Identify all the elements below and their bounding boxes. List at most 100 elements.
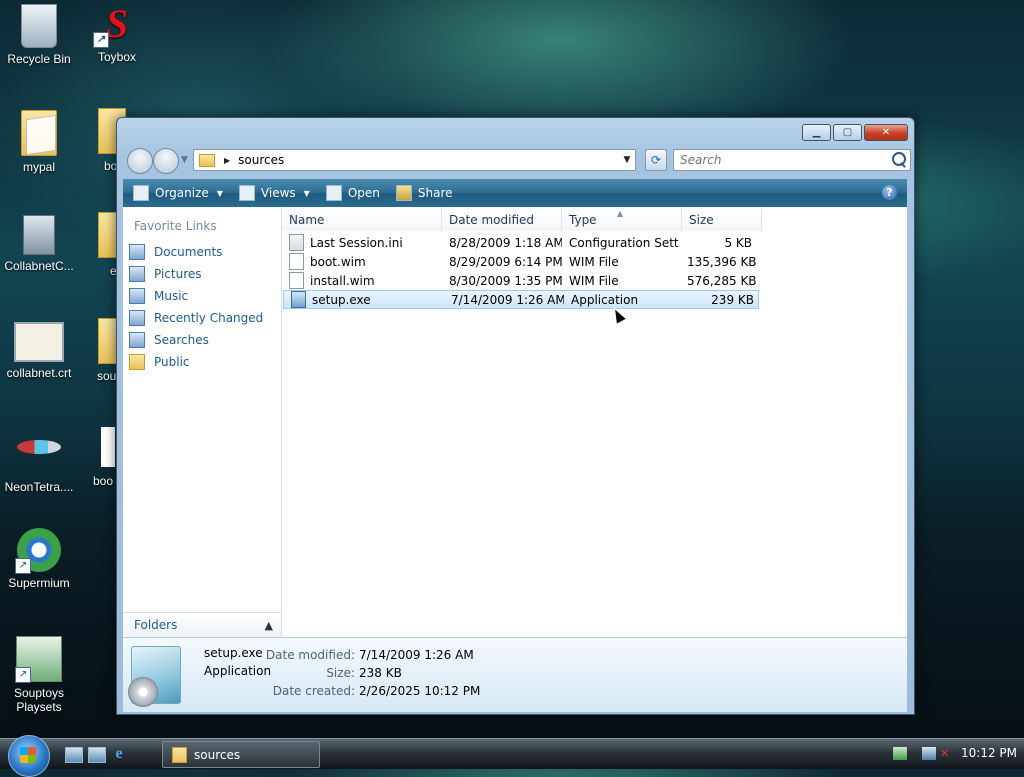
- organize-button[interactable]: Organize ▼: [133, 185, 223, 201]
- toybox-icon: S ↗: [93, 2, 139, 48]
- desktop-icon-label: Supermium: [8, 576, 70, 590]
- file-size: 239 KB: [711, 292, 754, 307]
- sort-ascending-icon: ▲: [617, 209, 624, 218]
- desktop-icon-supermium[interactable]: ↗ Supermium: [1, 528, 77, 590]
- refresh-button[interactable]: ⟳: [645, 149, 667, 171]
- desktop-icon-neontetra[interactable]: NeonTetra....: [1, 432, 77, 494]
- help-icon[interactable]: ?: [882, 185, 897, 200]
- favorite-link-searches[interactable]: Searches: [129, 329, 279, 351]
- shortcut-arrow-icon: ↗: [15, 558, 31, 574]
- file-row[interactable]: install.wim 8/30/2009 1:35 PM WIM File 5…: [282, 271, 907, 290]
- favorite-link-recently-changed[interactable]: Recently Changed: [129, 307, 279, 329]
- details-size-label: Size:: [326, 666, 355, 680]
- file-icon: [101, 427, 115, 467]
- favorite-link-label: Recently Changed: [154, 311, 264, 325]
- close-button[interactable]: ✕: [864, 124, 908, 141]
- start-button[interactable]: [8, 735, 50, 777]
- forward-button[interactable]: [153, 148, 179, 174]
- file-type: WIM File: [569, 254, 619, 269]
- desktop-icon-souptoys[interactable]: ↗ Souptoys Playsets: [1, 636, 77, 714]
- column-headers: Name Date modified Type ▲ Size: [282, 207, 907, 231]
- favorite-link-pictures[interactable]: Pictures: [129, 263, 279, 285]
- favorite-links-title: Favorite Links: [134, 219, 217, 233]
- chevron-down-icon: ▼: [303, 188, 310, 198]
- favorite-links-list: Documents Pictures Music Recently Change…: [129, 241, 279, 373]
- open-label: Open: [347, 186, 380, 200]
- folder-icon: [199, 153, 215, 167]
- folders-toggle[interactable]: Folders ▲: [123, 612, 281, 637]
- application-icon: [291, 291, 306, 308]
- chevron-up-icon: ▲: [264, 618, 273, 632]
- system-clock[interactable]: 10:12 PM: [961, 746, 1017, 760]
- desktop-icon-collabnet-client[interactable]: CollabnetC...: [1, 215, 77, 273]
- open-button[interactable]: Open: [325, 185, 380, 201]
- safely-remove-hardware-icon[interactable]: [893, 747, 907, 760]
- folder-icon: [21, 110, 57, 156]
- back-button[interactable]: [127, 148, 153, 174]
- taskbar-button-sources[interactable]: sources: [162, 741, 320, 768]
- command-toolbar: Organize ▼ Views ▼ Open Share ?: [123, 179, 907, 207]
- file-name: setup.exe: [312, 292, 371, 307]
- breadcrumb-arrow-icon[interactable]: ▶: [224, 156, 230, 165]
- desktop-icon-mypal[interactable]: mypal: [1, 110, 77, 174]
- views-button[interactable]: Views ▼: [238, 185, 310, 201]
- address-bar[interactable]: ▶ sources ▼: [193, 149, 636, 171]
- file-name-cell: setup.exe: [284, 291, 444, 308]
- column-header-size[interactable]: Size: [682, 207, 762, 231]
- favorite-link-label: Searches: [154, 333, 209, 347]
- column-header-name[interactable]: Name: [282, 207, 442, 231]
- desktop-icon-collabnet-crt[interactable]: collabnet.crt: [1, 322, 77, 380]
- shortcut-arrow-icon: ↗: [15, 667, 31, 683]
- music-icon: [129, 288, 145, 304]
- shortcut-arrow-icon: ↗: [93, 32, 109, 48]
- minimize-button[interactable]: ▁: [802, 124, 831, 141]
- recycle-bin-icon: [21, 4, 57, 48]
- favorite-link-public[interactable]: Public: [129, 351, 279, 373]
- maximize-button[interactable]: ▢: [833, 124, 862, 141]
- taskbar: e sources ✕ 10:12 PM: [0, 735, 1024, 777]
- file-size: 135,396 KB: [687, 254, 756, 269]
- desktop-icon-label: Toybox: [97, 50, 137, 64]
- file-row-selected[interactable]: setup.exe 7/14/2009 1:26 AM Application …: [283, 290, 759, 309]
- open-icon: [325, 185, 342, 201]
- show-desktop-icon[interactable]: [65, 747, 83, 763]
- favorite-link-label: Public: [154, 355, 190, 369]
- favorite-link-music[interactable]: Music: [129, 285, 279, 307]
- share-button[interactable]: Share: [395, 185, 453, 201]
- switch-windows-icon[interactable]: [88, 747, 106, 763]
- search-input[interactable]: [678, 150, 882, 170]
- details-values: 7/14/2009 1:26 AM 238 KB 2/26/2025 10:12…: [359, 646, 480, 700]
- explorer-window: ▁ ▢ ✕ ▼ ▶ sources ▼ ⟳ Organize ▼ Views ▼: [116, 117, 915, 715]
- file-type: WIM File: [569, 273, 619, 288]
- address-dropdown-icon[interactable]: ▼: [619, 155, 635, 165]
- searches-icon: [129, 332, 145, 348]
- config-file-icon: [289, 234, 304, 251]
- column-header-date-modified[interactable]: Date modified: [442, 207, 562, 231]
- file-date: 8/30/2009 1:35 PM: [449, 273, 562, 288]
- file-row[interactable]: Last Session.ini 8/28/2009 1:18 AM Confi…: [282, 233, 907, 252]
- details-size-value: 238 KB: [359, 666, 402, 680]
- favorite-link-documents[interactable]: Documents: [129, 241, 279, 263]
- file-date: 8/28/2009 1:18 AM: [449, 235, 562, 250]
- recent-pages-dropdown-icon[interactable]: ▼: [181, 155, 188, 165]
- column-header-type[interactable]: Type ▲: [562, 207, 682, 231]
- desktop-icon-toybox[interactable]: S ↗ Toybox: [79, 2, 155, 64]
- network-icon[interactable]: [922, 747, 936, 760]
- desktop-icon-recycle-bin[interactable]: Recycle Bin: [1, 4, 77, 66]
- search-icon[interactable]: [892, 152, 906, 166]
- desktop-icon-label: mypal: [22, 160, 55, 174]
- details-modified-value: 7/14/2009 1:26 AM: [359, 648, 474, 662]
- file-row[interactable]: boot.wim 8/29/2009 6:14 PM WIM File 135,…: [282, 252, 907, 271]
- file-name: Last Session.ini: [310, 235, 403, 250]
- search-box[interactable]: [673, 149, 911, 171]
- breadcrumb-sources[interactable]: sources: [238, 153, 619, 167]
- internet-explorer-icon[interactable]: e: [110, 745, 128, 763]
- public-folder-icon: [129, 354, 145, 370]
- details-labels: Date modified: Size: Date created:: [257, 646, 355, 700]
- documents-icon: [129, 244, 145, 260]
- organize-label: Organize: [155, 186, 209, 200]
- desktop-icon-label: CollabnetC...: [4, 259, 74, 273]
- file-name-cell: boot.wim: [282, 253, 442, 270]
- volume-muted-icon[interactable]: ✕: [940, 747, 954, 760]
- file-name: boot.wim: [310, 254, 366, 269]
